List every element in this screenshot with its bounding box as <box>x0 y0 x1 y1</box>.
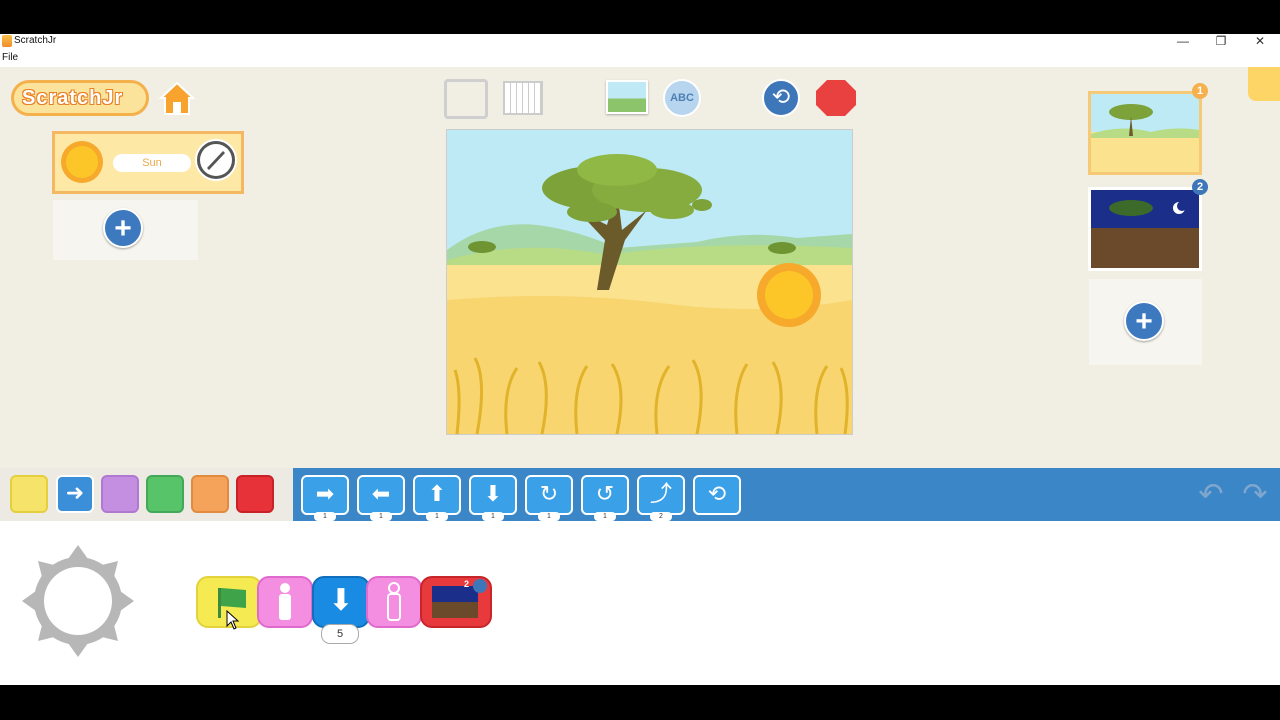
window-title: ScratchJr <box>14 35 57 46</box>
add-sprite-card: + <box>53 200 198 260</box>
block-turn-left[interactable]: ↺ 1 <box>581 475 629 521</box>
category-selector: ➜ <box>0 468 293 521</box>
stage[interactable] <box>446 129 853 435</box>
category-motion[interactable]: ➜ <box>56 475 94 513</box>
sun-icon <box>61 141 103 183</box>
mouse-cursor-icon <box>226 610 240 630</box>
block-move-left[interactable]: ⬅ 1 <box>357 475 405 521</box>
paint-editor-button[interactable] <box>195 139 237 181</box>
block-count: 2 <box>650 512 672 521</box>
script-block-move-down[interactable]: ⬇ <box>312 576 370 628</box>
sun-sprite[interactable] <box>756 262 822 328</box>
block-count: 1 <box>538 512 560 521</box>
script-block-hide[interactable] <box>366 576 422 628</box>
scratchjr-logo: ScratchJr <box>11 80 149 116</box>
block-count: 1 <box>314 512 336 521</box>
category-control[interactable] <box>191 475 229 513</box>
menu-bar: File <box>0 51 1280 67</box>
close-button[interactable]: ✕ <box>1240 34 1280 51</box>
selected-sprite-outline-icon <box>22 545 134 657</box>
add-page-card: + <box>1089 279 1202 365</box>
text-button[interactable]: ABC <box>663 79 701 117</box>
script-block-show[interactable] <box>257 576 313 628</box>
stop-button[interactable] <box>815 79 857 117</box>
page-1-preview <box>1091 94 1199 172</box>
paintbrush-icon <box>200 144 232 176</box>
page-2-mini-icon <box>432 579 487 618</box>
logo-text: ScratchJr <box>22 87 124 109</box>
script-area[interactable]: ⬇ 5 2 <box>0 521 1280 685</box>
sprite-card-sun[interactable]: Sun <box>52 131 244 194</box>
page-2-badge: 2 <box>1192 179 1208 195</box>
block-turn-right[interactable]: ↻ 1 <box>525 475 573 521</box>
block-move-up[interactable]: ⬆ 1 <box>413 475 461 521</box>
grid-toggle-button[interactable] <box>503 81 543 115</box>
blocks-palette: ➡ 1 ⬅ 1 ⬆ 1 ⬇ 1 ↻ 1 ↺ 1 ⤴ 2 ⟲ ↶ ↷ <box>293 468 1280 521</box>
background-button[interactable] <box>606 80 648 114</box>
add-page-button[interactable]: + <box>1124 301 1164 341</box>
undo-button[interactable]: ↶ <box>1193 478 1229 512</box>
add-sprite-button[interactable]: + <box>103 208 143 248</box>
menu-file[interactable]: File <box>2 52 18 63</box>
category-triggering[interactable] <box>10 475 48 513</box>
block-go-home[interactable]: ⟲ <box>693 475 741 515</box>
category-sound[interactable] <box>146 475 184 513</box>
project-info-tab[interactable] <box>1248 67 1280 101</box>
window-titlebar: ScratchJr — ❐ ✕ <box>0 34 1280 51</box>
block-move-right[interactable]: ➡ 1 <box>301 475 349 521</box>
page-2-preview <box>1091 190 1199 268</box>
block-count: 1 <box>370 512 392 521</box>
category-looks[interactable] <box>101 475 139 513</box>
page-thumbnail-2[interactable] <box>1088 187 1202 271</box>
block-move-down[interactable]: ⬇ 1 <box>469 475 517 521</box>
page-thumbnail-1[interactable] <box>1088 91 1202 175</box>
sprite-name-label[interactable]: Sun <box>113 154 191 172</box>
script-block-go-to-page[interactable] <box>420 576 492 628</box>
block-count: 1 <box>482 512 504 521</box>
minimize-button[interactable]: — <box>1163 34 1203 51</box>
scratchjr-app-icon <box>2 35 12 47</box>
reset-characters-button[interactable]: ⟲ <box>762 79 800 117</box>
home-icon[interactable] <box>157 79 197 117</box>
move-down-amount[interactable]: 5 <box>321 624 359 644</box>
scratchjr-app: ScratchJr Sun + ABC ⟲ 1 2 + ➜ ➡ 1 ⬅ 1 ⬆ … <box>0 67 1280 685</box>
redo-button[interactable]: ↷ <box>1237 478 1273 512</box>
category-end[interactable] <box>236 475 274 513</box>
page-1-badge: 1 <box>1192 83 1208 99</box>
hide-person-icon <box>387 582 401 621</box>
block-count: 1 <box>426 512 448 521</box>
show-person-icon <box>279 583 291 620</box>
maximize-button[interactable]: ❐ <box>1201 34 1241 51</box>
block-count: 1 <box>594 512 616 521</box>
block-hop[interactable]: ⤴ 2 <box>637 475 685 521</box>
fullscreen-button[interactable] <box>444 79 488 119</box>
go-to-page-number: 2 <box>464 579 470 589</box>
move-down-icon: ⬇ <box>328 584 354 617</box>
